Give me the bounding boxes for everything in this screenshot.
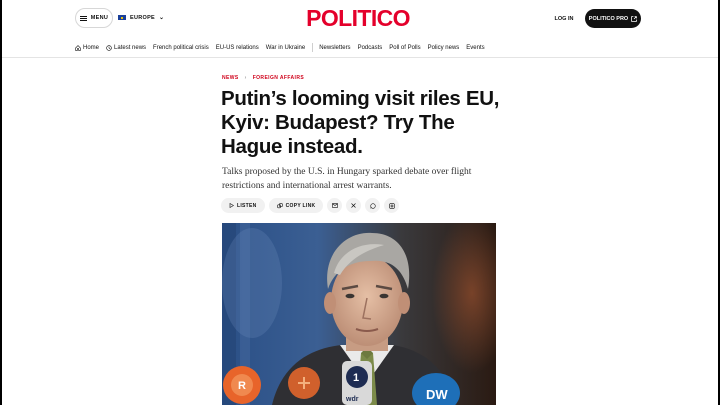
breadcrumb-chevron-icon: › <box>244 75 247 81</box>
article-subtitle: Talks proposed by the U.S. in Hungary sp… <box>222 167 472 191</box>
nav-item-eu-us-relations[interactable]: EU-US relations <box>216 45 259 51</box>
eu-flag-icon <box>118 15 126 20</box>
nav-home-label: Home <box>83 44 100 51</box>
svg-text:1: 1 <box>353 372 359 384</box>
external-link-icon <box>631 15 637 22</box>
play-icon <box>229 203 234 208</box>
link-icon <box>276 202 283 208</box>
nav-divider <box>312 43 314 52</box>
nav-home[interactable]: Home <box>75 45 99 51</box>
pro-label: POLITICO PRO <box>588 15 629 22</box>
menu-button[interactable]: MENU <box>75 8 113 28</box>
listen-label: LISTEN <box>237 202 257 209</box>
chevron-down-icon: ⌄ <box>159 15 165 21</box>
region-selector[interactable]: EUROPE ⌄ <box>118 14 164 21</box>
breadcrumb-subsection[interactable]: FOREIGN AFFAIRS <box>253 75 304 81</box>
nav-latest-label: Latest news <box>114 44 147 51</box>
menu-label: MENU <box>90 15 109 21</box>
x-logo-icon <box>351 203 357 208</box>
copy-link-button[interactable]: COPY LINK <box>268 198 324 213</box>
share-more-button[interactable] <box>384 198 400 213</box>
clock-icon <box>106 44 112 51</box>
nav-item-poll-of-polls[interactable]: Poll of Polls <box>389 45 420 51</box>
nav-item-war-in-ukraine[interactable]: War in Ukraine <box>266 45 305 51</box>
wdr-mic-logo: wdr <box>345 396 359 403</box>
breadcrumb: NEWS › FOREIGN AFFAIRS <box>222 75 304 81</box>
email-icon <box>331 203 338 208</box>
svg-text:R: R <box>238 380 246 392</box>
politico-logo[interactable]: POLITICO <box>302 6 414 30</box>
share-toolbar: LISTEN COPY LINK <box>221 198 400 213</box>
share-email-button[interactable] <box>327 198 343 213</box>
share-whatsapp-button[interactable] <box>365 198 381 213</box>
nav-item-events[interactable]: Events <box>466 45 484 51</box>
listen-button[interactable]: LISTEN <box>221 198 265 213</box>
copy-link-label: COPY LINK <box>285 202 316 209</box>
login-button[interactable]: LOG IN <box>548 11 580 26</box>
politico-pro-button[interactable]: POLITICO PRO <box>585 9 641 28</box>
nav-item-podcasts[interactable]: Podcasts <box>358 45 383 51</box>
share-icon <box>389 202 395 209</box>
hamburger-icon <box>79 15 87 21</box>
whatsapp-icon <box>370 202 376 209</box>
article-photo: R 1 wdr DW <box>222 223 496 405</box>
nav-latest-news[interactable]: Latest news <box>106 45 146 51</box>
photo-illustration: R 1 wdr DW <box>222 223 496 405</box>
nav-item-newsletters[interactable]: Newsletters <box>319 45 350 51</box>
dw-mic-logo: DW <box>426 387 448 402</box>
article-page: MENU EUROPE ⌄ POLITICO LOG IN POLITICO P… <box>2 0 718 405</box>
nav-item-policy-news[interactable]: Policy news <box>428 45 460 51</box>
article-headline: Putin’s looming visit riles EU, Kyiv: Bu… <box>221 87 500 158</box>
nav-divider-line <box>2 57 718 58</box>
nav-item-french-political-crisis[interactable]: French political crisis <box>153 45 209 51</box>
region-label: EUROPE <box>130 14 156 21</box>
share-x-button[interactable] <box>346 198 362 213</box>
breadcrumb-section[interactable]: NEWS <box>222 75 239 81</box>
main-nav: Home Latest news French political crisis… <box>75 43 492 52</box>
home-icon <box>75 44 81 51</box>
